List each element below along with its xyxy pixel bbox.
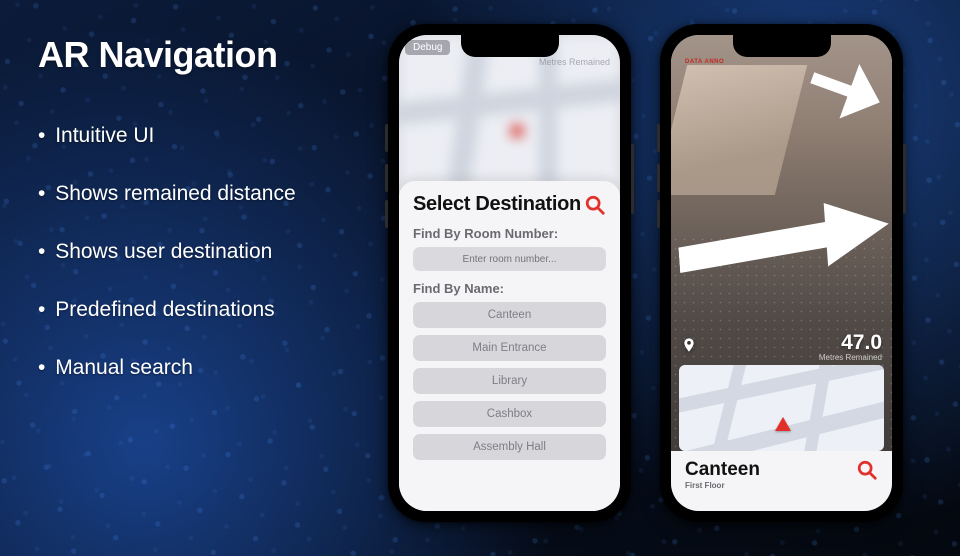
ar-direction-arrow-icon <box>802 50 889 129</box>
destination-sheet: Select Destination Find By Room Number: … <box>399 181 620 511</box>
phone-mockup-ar-view: DATA ANNO 47.0 Metres Remained Can <box>660 24 903 522</box>
slide: AR Navigation Intuitive UI Shows remaine… <box>0 0 960 556</box>
destination-button[interactable]: Assembly Hall <box>413 434 606 460</box>
metres-remained-label: Metres Remained <box>539 57 610 67</box>
search-icon[interactable] <box>584 194 606 216</box>
map-marker-icon <box>511 125 523 137</box>
destination-name: Canteen <box>685 459 760 481</box>
phone-screen: DATA ANNO 47.0 Metres Remained Can <box>671 35 892 511</box>
phone-screen: Debug Metres Remained Select Destination… <box>399 35 620 511</box>
find-by-name-label: Find By Name: <box>413 281 606 296</box>
phone-mockup-select-destination: Debug Metres Remained Select Destination… <box>388 24 631 522</box>
destination-button[interactable]: Canteen <box>413 302 606 328</box>
ar-wall <box>671 65 807 195</box>
destination-button[interactable]: Library <box>413 368 606 394</box>
destination-button[interactable]: Main Entrance <box>413 335 606 361</box>
page-title: AR Navigation <box>38 34 278 76</box>
minimap[interactable] <box>679 365 884 451</box>
debug-overlay-label: DATA ANNO <box>685 59 724 65</box>
user-heading-arrow-icon <box>775 417 791 431</box>
destination-bar: Canteen First Floor <box>671 451 892 511</box>
list-item: Predefined destinations <box>38 298 296 322</box>
feature-list: Intuitive UI Shows remained distance Sho… <box>38 124 296 414</box>
phone-notch <box>733 35 831 57</box>
search-icon[interactable] <box>856 459 878 481</box>
phone-notch <box>461 35 559 57</box>
distance-units-label: Metres Remained <box>819 353 882 362</box>
list-item: Intuitive UI <box>38 124 296 148</box>
debug-button[interactable]: Debug <box>405 40 450 55</box>
sheet-title: Select Destination <box>413 193 581 216</box>
list-item: Shows remained distance <box>38 182 296 206</box>
distance-readout: 47.0 Metres Remained <box>819 331 882 362</box>
list-item: Manual search <box>38 356 296 380</box>
room-number-input[interactable] <box>413 247 606 271</box>
find-by-room-label: Find By Room Number: <box>413 226 606 241</box>
destination-subtitle: First Floor <box>685 481 878 490</box>
distance-value: 47.0 <box>819 331 882 355</box>
destination-button[interactable]: Cashbox <box>413 401 606 427</box>
list-item: Shows user destination <box>38 240 296 264</box>
location-pin-icon[interactable] <box>681 337 697 353</box>
